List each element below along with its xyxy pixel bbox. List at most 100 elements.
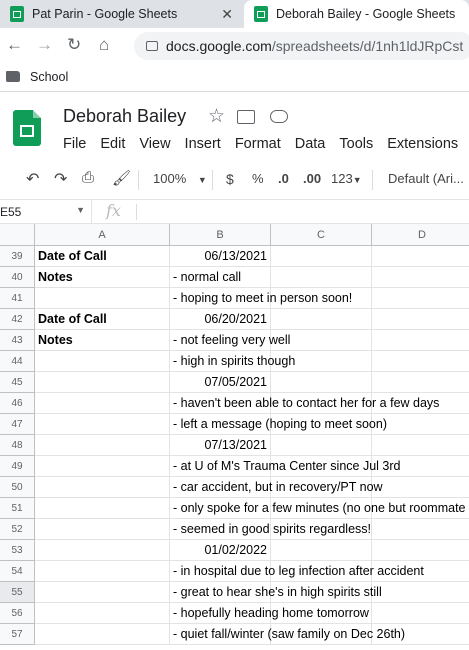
cell-a[interactable] bbox=[35, 393, 170, 414]
cell-d[interactable] bbox=[372, 267, 469, 288]
print-icon[interactable]: ⎙ bbox=[82, 169, 94, 186]
cell-a[interactable]: Notes bbox=[35, 330, 170, 351]
row-header[interactable]: 54 bbox=[0, 561, 35, 582]
row-header[interactable]: 57 bbox=[0, 624, 35, 645]
menu-file[interactable]: File bbox=[63, 136, 86, 152]
cell-d[interactable] bbox=[372, 309, 469, 330]
row-header[interactable]: 40 bbox=[0, 267, 35, 288]
site-info-icon[interactable] bbox=[146, 41, 158, 51]
menu-tools[interactable]: Tools bbox=[339, 136, 373, 152]
menu-insert[interactable]: Insert bbox=[185, 136, 221, 152]
menu-extensions[interactable]: Extensions bbox=[387, 136, 458, 152]
forward-arrow-icon[interactable]: → bbox=[36, 35, 53, 55]
cell-b[interactable]: - seemed in good spirits regardless! bbox=[170, 519, 371, 540]
row-header[interactable]: 47 bbox=[0, 414, 35, 435]
cell-d[interactable] bbox=[372, 246, 469, 267]
cell-a[interactable] bbox=[35, 456, 170, 477]
row-header[interactable]: 53 bbox=[0, 540, 35, 561]
column-header-a[interactable]: A bbox=[35, 224, 170, 246]
menu-data[interactable]: Data bbox=[295, 136, 326, 152]
more-formats-button[interactable]: 123▼ bbox=[331, 171, 362, 186]
cell-d[interactable] bbox=[372, 351, 469, 372]
cell-b[interactable]: - car accident, but in recovery/PT now bbox=[170, 477, 383, 498]
font-select[interactable]: Default (Ari... bbox=[388, 171, 464, 186]
bookmark-school[interactable]: School bbox=[30, 70, 68, 84]
row-header[interactable]: 43 bbox=[0, 330, 35, 351]
cell-b[interactable]: - great to hear she's in high spirits st… bbox=[170, 582, 382, 603]
cell-b[interactable]: - at U of M's Trauma Center since Jul 3r… bbox=[170, 456, 400, 477]
cell-a[interactable] bbox=[35, 288, 170, 309]
cell-a[interactable] bbox=[35, 414, 170, 435]
cell-b[interactable]: - hoping to meet in person soon! bbox=[170, 288, 352, 309]
cell-b[interactable]: - only spoke for a few minutes (no one b… bbox=[170, 498, 466, 519]
row-header[interactable]: 41 bbox=[0, 288, 35, 309]
cell-b[interactable]: 07/13/2021 bbox=[170, 435, 271, 456]
cell-a[interactable] bbox=[35, 624, 170, 645]
browser-tab-deborah-bailey[interactable]: Deborah Bailey - Google Sheets bbox=[244, 0, 469, 28]
cell-a[interactable]: Date of Call bbox=[35, 309, 170, 330]
cell-d[interactable] bbox=[372, 330, 469, 351]
cloud-status-icon[interactable] bbox=[270, 110, 288, 123]
row-header[interactable]: 42 bbox=[0, 309, 35, 330]
cell-a[interactable] bbox=[35, 519, 170, 540]
column-header-c[interactable]: C bbox=[271, 224, 372, 246]
zoom-select[interactable]: 100% ▼ bbox=[153, 171, 207, 186]
cell-b[interactable]: - hopefully heading home tomorrow bbox=[170, 603, 369, 624]
cell-a[interactable] bbox=[35, 351, 170, 372]
cell-d[interactable] bbox=[372, 582, 469, 603]
document-title[interactable]: Deborah Bailey bbox=[63, 106, 186, 127]
decrease-decimal-button[interactable]: .0 bbox=[278, 171, 289, 186]
cell-a[interactable] bbox=[35, 498, 170, 519]
cell-a[interactable] bbox=[35, 540, 170, 561]
cell-b[interactable]: 01/02/2022 bbox=[170, 540, 271, 561]
percent-format-button[interactable]: % bbox=[252, 171, 264, 186]
cell-b[interactable]: 07/05/2021 bbox=[170, 372, 271, 393]
row-header[interactable]: 45 bbox=[0, 372, 35, 393]
row-header[interactable]: 39 bbox=[0, 246, 35, 267]
menu-edit[interactable]: Edit bbox=[100, 136, 125, 152]
star-icon[interactable]: ☆ bbox=[208, 105, 225, 128]
cell-a[interactable] bbox=[35, 435, 170, 456]
name-box[interactable]: E55 ▼ bbox=[0, 200, 92, 224]
cell-a[interactable] bbox=[35, 477, 170, 498]
move-to-folder-icon[interactable] bbox=[237, 110, 255, 124]
reload-icon[interactable]: ↻ bbox=[67, 35, 81, 55]
cell-b[interactable]: - in hospital due to leg infection after… bbox=[170, 561, 424, 582]
cell-d[interactable] bbox=[372, 435, 469, 456]
row-header[interactable]: 51 bbox=[0, 498, 35, 519]
cell-c[interactable] bbox=[271, 246, 372, 267]
undo-icon[interactable]: ↶ bbox=[26, 169, 39, 189]
cell-b[interactable]: 06/20/2021 bbox=[170, 309, 271, 330]
cell-d[interactable] bbox=[372, 372, 469, 393]
cell-d[interactable] bbox=[372, 288, 469, 309]
cell-a[interactable] bbox=[35, 561, 170, 582]
home-icon[interactable]: ⌂ bbox=[99, 35, 109, 55]
row-header[interactable]: 44 bbox=[0, 351, 35, 372]
cell-b[interactable]: - quiet fall/winter (saw family on Dec 2… bbox=[170, 624, 405, 645]
column-header-b[interactable]: B bbox=[170, 224, 271, 246]
currency-format-button[interactable]: $ bbox=[226, 171, 234, 187]
row-header[interactable]: 56 bbox=[0, 603, 35, 624]
redo-icon[interactable]: ↷ bbox=[54, 169, 67, 189]
cell-c[interactable] bbox=[271, 540, 372, 561]
url-input[interactable]: docs.google.com/spreadsheets/d/1nh1ldJRp… bbox=[134, 32, 469, 60]
cell-b[interactable]: - high in spirits though bbox=[170, 351, 295, 372]
select-all-corner[interactable] bbox=[0, 224, 35, 246]
cell-b[interactable]: - normal call bbox=[170, 267, 271, 288]
cell-b[interactable]: 06/13/2021 bbox=[170, 246, 271, 267]
cell-d[interactable] bbox=[372, 477, 469, 498]
cell-c[interactable] bbox=[271, 435, 372, 456]
cell-b[interactable]: - not feeling very well bbox=[170, 330, 290, 351]
cell-b[interactable]: - haven't been able to contact her for a… bbox=[170, 393, 439, 414]
row-header[interactable]: 46 bbox=[0, 393, 35, 414]
cell-c[interactable] bbox=[271, 309, 372, 330]
cell-b[interactable]: - left a message (hoping to meet soon) bbox=[170, 414, 387, 435]
row-header[interactable]: 52 bbox=[0, 519, 35, 540]
row-header[interactable]: 55 bbox=[0, 582, 35, 603]
cell-d[interactable] bbox=[372, 540, 469, 561]
cell-a[interactable] bbox=[35, 603, 170, 624]
increase-decimal-button[interactable]: .00 bbox=[303, 171, 321, 186]
column-header-d[interactable]: D bbox=[372, 224, 469, 246]
cell-c[interactable] bbox=[271, 267, 372, 288]
cell-a[interactable] bbox=[35, 582, 170, 603]
